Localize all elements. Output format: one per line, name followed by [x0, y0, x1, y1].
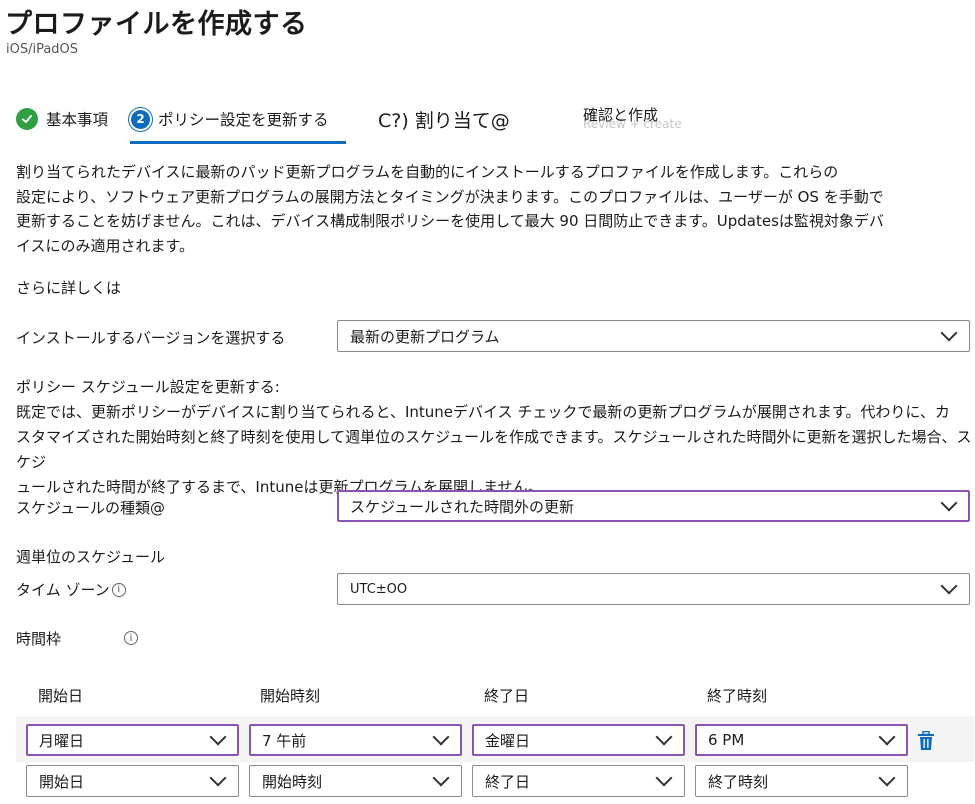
- wizard-step-label: ポリシー設定を更新する: [158, 111, 329, 129]
- chevron-down-icon: [209, 769, 227, 787]
- start-time-dropdown-empty[interactable]: 開始時刻: [249, 765, 462, 797]
- end-time-value: 6 PM: [708, 731, 745, 749]
- version-dropdown[interactable]: 最新の更新プログラム: [337, 320, 970, 352]
- page-title: プロファイルを作成する: [5, 9, 308, 40]
- end-time-placeholder: 終了時刻: [708, 772, 769, 791]
- start-time-value: 7 午前: [262, 731, 307, 750]
- active-step-underline: [130, 141, 346, 144]
- wizard-step-label: 基本事項: [46, 111, 109, 129]
- page-subtitle: iOS/iPadOS: [6, 42, 79, 57]
- weekly-schedule-heading: 週単位のスケジュール: [16, 548, 165, 566]
- column-header-end-time: 終了時刻: [707, 687, 768, 705]
- start-time-dropdown[interactable]: 7 午前: [249, 724, 462, 756]
- schedule-description-line: スタマイズされた開始時刻と終了時刻を使用して週単位のスケジュールを作成できます。…: [16, 428, 972, 471]
- start-day-dropdown[interactable]: 月曜日: [26, 724, 239, 756]
- start-time-placeholder: 開始時刻: [262, 772, 323, 791]
- chevron-down-icon: [940, 577, 958, 595]
- schedule-type-value: スケジュールされた時間外の更新: [350, 497, 574, 516]
- description-line: 設定により、ソフトウェア更新プログラムの展開方法とタイミングが決まります。このプ…: [16, 187, 884, 206]
- version-value: 最新の更新プログラム: [350, 327, 500, 346]
- schedule-type-dropdown[interactable]: スケジュールされた時間外の更新: [337, 490, 970, 522]
- checkmark-icon: [16, 108, 38, 130]
- wizard-step-review-create[interactable]: 確認と作成: [583, 104, 658, 125]
- end-day-placeholder: 終了日: [485, 772, 531, 791]
- start-day-dropdown-empty[interactable]: 開始日: [26, 765, 239, 797]
- chevron-down-icon: [940, 494, 958, 512]
- chevron-down-icon: [940, 324, 958, 342]
- chevron-down-icon: [878, 769, 896, 787]
- description: 割り当てられたデバイスに最新のパッド更新プログラムを自動的にインストールするプロ…: [16, 160, 884, 258]
- info-icon[interactable]: i: [111, 582, 126, 597]
- description-line: イスにのみ適用されます。: [16, 236, 195, 255]
- column-header-start-day: 開始日: [38, 687, 84, 705]
- start-day-value: 月曜日: [39, 731, 85, 750]
- learn-more-link[interactable]: さらに詳しくは: [16, 277, 121, 298]
- trash-icon[interactable]: [917, 731, 935, 751]
- description-line: 割り当てられたデバイスに最新のパッド更新プログラムを自動的にインストールするプロ…: [16, 163, 839, 181]
- schedule-description: 既定では、更新ポリシーがデバイスに割り当てられると、Intuneデバイス チェッ…: [16, 400, 975, 500]
- wizard-step-label: 確認と作成: [583, 106, 659, 124]
- chevron-down-icon: [432, 769, 450, 787]
- info-icon[interactable]: i: [124, 631, 138, 645]
- schedule-heading: ポリシー スケジュール設定を更新する:: [16, 378, 280, 396]
- timezone-label-group: タイム ゾーン i: [16, 579, 126, 600]
- timezone-value: UTC±OO: [350, 581, 408, 597]
- end-time-dropdown[interactable]: 6 PM: [695, 724, 908, 756]
- wizard-step-basics[interactable]: 基本事項: [16, 108, 108, 130]
- wizard-step-update-policy[interactable]: 2 ポリシー設定を更新する: [131, 108, 329, 130]
- chevron-down-icon: [209, 728, 227, 746]
- timezone-dropdown[interactable]: UTC±OO: [337, 573, 970, 605]
- chevron-down-icon: [655, 769, 673, 787]
- end-day-dropdown-empty[interactable]: 終了日: [472, 765, 685, 797]
- wizard-step-assignments[interactable]: C?) 割り当て@: [378, 106, 510, 133]
- schedule-type-label: スケジュールの種類@: [16, 499, 165, 517]
- timezone-label: タイム ゾーン: [16, 581, 110, 599]
- column-header-start-time: 開始時刻: [260, 687, 321, 705]
- step-number-badge: 2: [131, 109, 150, 129]
- start-day-placeholder: 開始日: [39, 772, 85, 791]
- schedule-description-line: 既定では、更新ポリシーがデバイスに割り当てられると、Intuneデバイス チェッ…: [16, 403, 950, 421]
- end-day-value: 金曜日: [485, 731, 531, 750]
- chevron-down-icon: [655, 728, 673, 746]
- chevron-down-icon: [432, 728, 450, 746]
- chevron-down-icon: [878, 728, 896, 746]
- end-time-dropdown-empty[interactable]: 終了時刻: [695, 765, 908, 797]
- wizard-step-label: C?) 割り当て@: [378, 110, 510, 132]
- timeslot-label: 時間枠: [16, 630, 62, 648]
- column-header-end-day: 終了日: [484, 687, 530, 705]
- description-line: 更新することを妨げません。これは、デバイス構成制限ポリシーを使用して最大 90 …: [16, 212, 884, 230]
- version-label: インストールするバージョンを選択する: [16, 329, 286, 347]
- end-day-dropdown[interactable]: 金曜日: [472, 724, 685, 756]
